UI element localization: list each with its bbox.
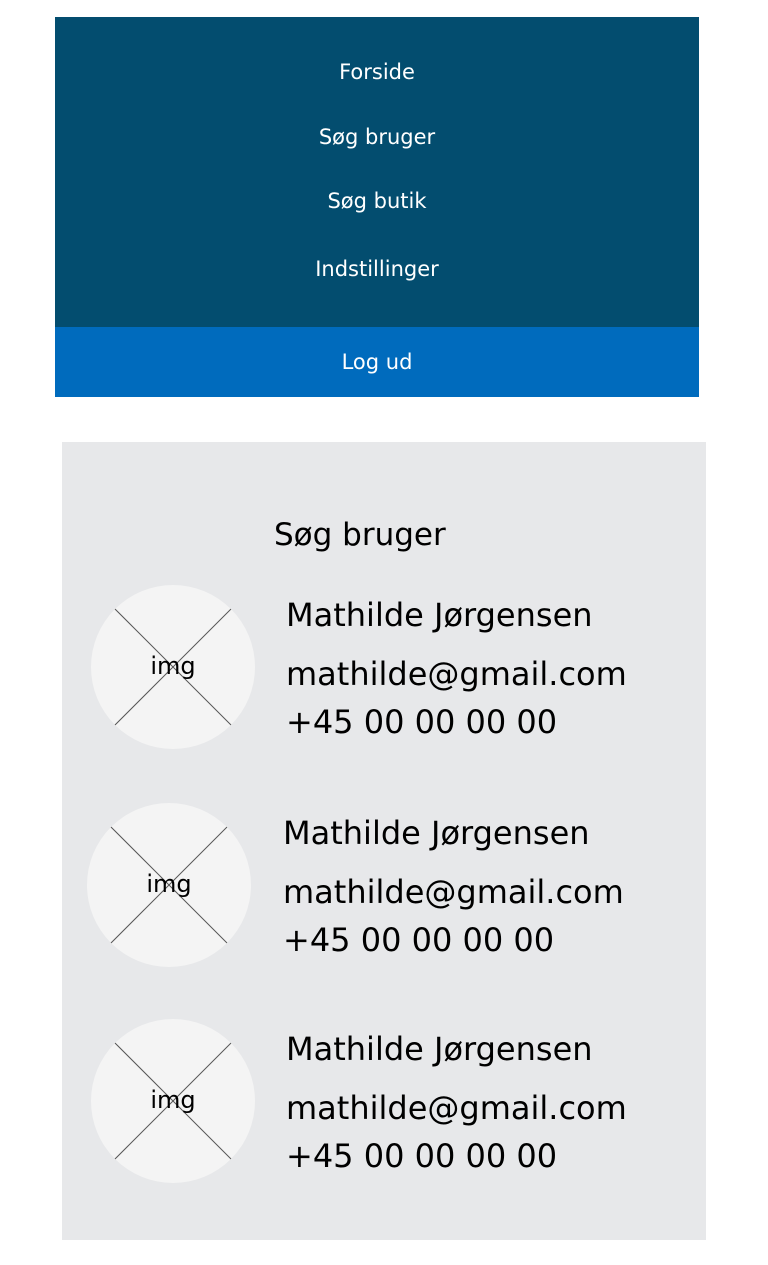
nav-item-soeg-butik[interactable]: Søg butik: [55, 187, 699, 215]
avatar-placeholder: img: [91, 585, 255, 749]
user-name: Mathilde Jørgensen: [283, 814, 590, 852]
nav-item-indstillinger[interactable]: Indstillinger: [55, 255, 699, 283]
nav-menu: Forside Søg bruger Søg butik Indstilling…: [55, 17, 699, 397]
user-card[interactable]: img Mathilde Jørgensen mathilde@gmail.co…: [62, 1019, 706, 1189]
user-email[interactable]: mathilde@gmail.com: [283, 872, 624, 912]
user-email[interactable]: mathilde@gmail.com: [286, 1088, 627, 1128]
avatar-label: img: [150, 1086, 196, 1114]
user-phone[interactable]: +45 00 00 00 00: [286, 702, 557, 742]
user-phone[interactable]: +45 00 00 00 00: [283, 920, 554, 960]
logout-button[interactable]: Log ud: [55, 348, 699, 376]
logout-bar: Log ud: [55, 327, 699, 397]
search-user-panel: Søg bruger img Mathilde Jørgensen mathil…: [62, 442, 706, 1240]
page-title: Søg bruger: [274, 517, 446, 553]
user-card[interactable]: img Mathilde Jørgensen mathilde@gmail.co…: [62, 585, 706, 755]
user-name: Mathilde Jørgensen: [286, 596, 593, 634]
avatar-label: img: [150, 652, 196, 680]
nav-menu-items: Forside Søg bruger Søg butik Indstilling…: [55, 17, 699, 327]
user-phone[interactable]: +45 00 00 00 00: [286, 1136, 557, 1176]
nav-item-soeg-bruger[interactable]: Søg bruger: [55, 123, 699, 151]
user-name: Mathilde Jørgensen: [286, 1030, 593, 1068]
avatar-label: img: [146, 870, 192, 898]
user-card[interactable]: img Mathilde Jørgensen mathilde@gmail.co…: [62, 803, 706, 973]
nav-item-forside[interactable]: Forside: [55, 58, 699, 86]
user-email[interactable]: mathilde@gmail.com: [286, 654, 627, 694]
avatar-placeholder: img: [87, 803, 251, 967]
avatar-placeholder: img: [91, 1019, 255, 1183]
